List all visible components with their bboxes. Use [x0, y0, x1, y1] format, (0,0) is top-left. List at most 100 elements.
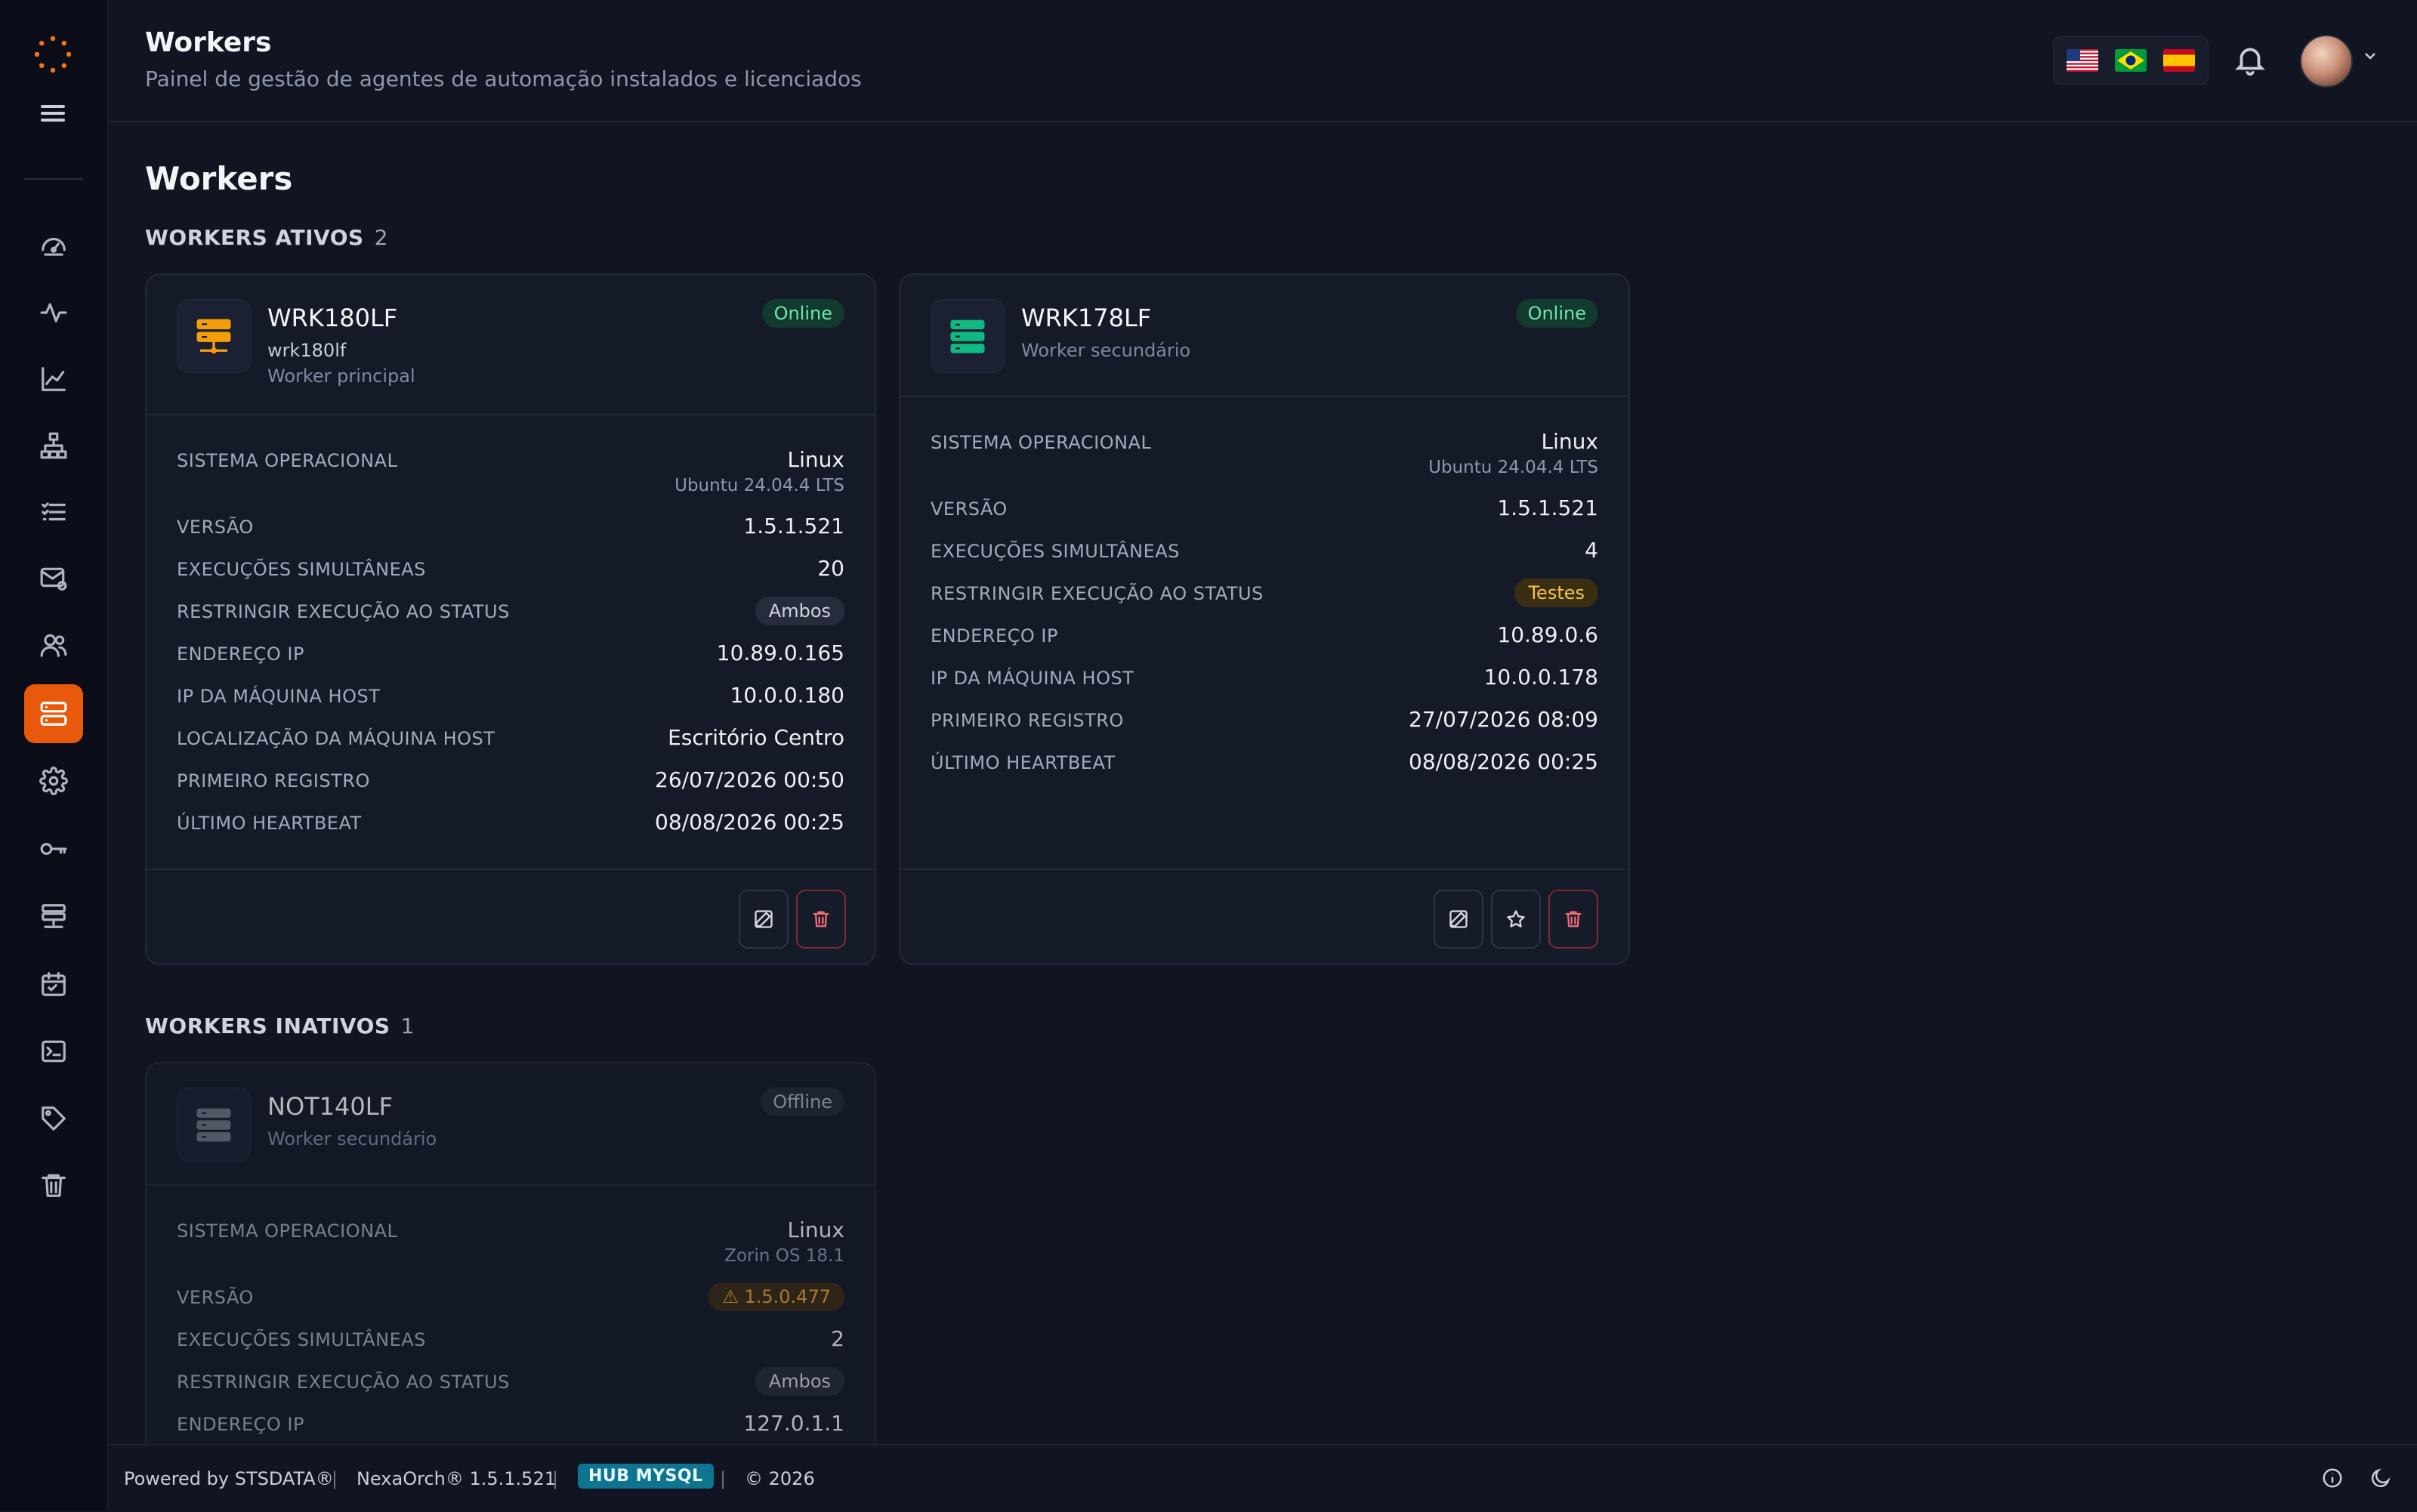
info-icon[interactable] — [2321, 1467, 2344, 1489]
row-os: SISTEMA OPERACIONAL Linux Ubuntu 24.04.4… — [931, 427, 1598, 477]
row-ip: ENDEREÇO IP 10.89.0.165 — [177, 639, 844, 669]
status-badge: Online — [1515, 299, 1598, 328]
label-restrict: RESTRINGIR EXECUÇÃO AO STATUS — [931, 583, 1264, 604]
header-title: Workers — [145, 27, 272, 58]
footer-separator: | — [332, 1468, 338, 1489]
worker-card: WRK180LF wrk180lf Worker principal Onlin… — [145, 273, 876, 965]
nav-tags-icon[interactable] — [24, 1089, 83, 1148]
nav-users-icon[interactable] — [24, 616, 83, 674]
footer-copyright: © 2026 — [745, 1468, 815, 1489]
warning-icon: ⚠ — [722, 1286, 745, 1307]
nav-settings-icon[interactable] — [24, 751, 83, 810]
worker-role: Worker secundário — [1021, 340, 1191, 361]
row-host-location: LOCALIZAÇÃO DA MÁQUINA HOST Escritório C… — [177, 724, 844, 754]
nav-chart-icon[interactable] — [24, 350, 83, 409]
row-last-heartbeat: ÚLTIMO HEARTBEAT 08/08/2026 00:25 — [931, 748, 1598, 778]
flag-br-icon[interactable] — [2115, 49, 2147, 72]
section-inactive-title: WORKERS INATIVOS — [145, 1014, 390, 1038]
nav-hierarchy-icon[interactable] — [24, 416, 83, 475]
worker-role: Worker secundário — [267, 1128, 437, 1149]
app-logo-icon[interactable] — [33, 35, 73, 74]
label-concurrent: EXECUÇÕES SIMULTÂNEAS — [177, 559, 426, 580]
page-title: Workers — [145, 160, 293, 197]
row-version: VERSÃO ⚠ 1.5.0.477 — [177, 1282, 844, 1313]
nav-calendar-icon[interactable] — [24, 955, 83, 1014]
row-os: SISTEMA OPERACIONAL Linux Zorin OS 18.1 — [177, 1216, 844, 1266]
user-avatar[interactable] — [2300, 35, 2353, 88]
value-ip: 10.89.0.6 — [1497, 622, 1598, 647]
label-concurrent: EXECUÇÕES SIMULTÂNEAS — [177, 1329, 426, 1350]
value-version: 1.5.1.521 — [1497, 495, 1598, 520]
label-last-heartbeat: ÚLTIMO HEARTBEAT — [177, 813, 362, 834]
nav-server-network-icon[interactable] — [24, 887, 83, 946]
nav-list-icon[interactable] — [24, 483, 83, 542]
notifications-bell-icon[interactable] — [2233, 42, 2267, 77]
worker-name: WRK180LF — [267, 304, 398, 332]
edit-button[interactable] — [739, 890, 789, 949]
flag-es-icon[interactable] — [2163, 49, 2195, 72]
row-host-ip: IP DA MÁQUINA HOST 10.0.0.180 — [177, 681, 844, 711]
label-version: VERSÃO — [177, 1287, 254, 1308]
top-header: Workers Painel de gestão de agentes de a… — [108, 0, 2417, 122]
row-ip: ENDEREÇO IP 10.89.0.6 — [931, 621, 1598, 651]
status-badge: Offline — [761, 1088, 844, 1116]
nav-mail-icon[interactable] — [24, 549, 83, 608]
trash-icon — [813, 911, 829, 927]
dark-mode-moon-icon[interactable] — [2369, 1467, 2392, 1489]
row-restrict: RESTRINGIR EXECUÇÃO AO STATUS Testes — [931, 579, 1598, 609]
nav-trash-icon[interactable] — [24, 1156, 83, 1214]
row-concurrent: EXECUÇÕES SIMULTÂNEAS 2 — [177, 1325, 844, 1355]
favorite-button[interactable] — [1491, 890, 1541, 949]
card-divider — [147, 414, 875, 415]
row-concurrent: EXECUÇÕES SIMULTÂNEAS 4 — [931, 536, 1598, 566]
label-host-ip: IP DA MÁQUINA HOST — [931, 668, 1134, 689]
value-os-detail: Ubuntu 24.04.4 LTS — [1428, 458, 1598, 477]
label-os: SISTEMA OPERACIONAL — [177, 1220, 398, 1242]
delete-button[interactable] — [1548, 890, 1598, 949]
server-icon — [177, 299, 251, 373]
worker-role: Worker principal — [267, 366, 415, 387]
value-version: 1.5.1.521 — [743, 514, 844, 538]
restrict-badge: Testes — [1514, 579, 1598, 607]
flag-us-icon[interactable] — [2067, 49, 2098, 72]
worker-card: WRK178LF Worker secundário Online SISTEM… — [899, 273, 1630, 965]
footer: Powered by STSDATA® | NexaOrch® 1.5.1.52… — [108, 1444, 2417, 1512]
label-ip: ENDEREÇO IP — [177, 643, 304, 665]
value-last-heartbeat: 08/08/2026 00:25 — [655, 810, 844, 835]
value-host-ip: 10.0.0.178 — [1483, 665, 1598, 690]
label-ip: ENDEREÇO IP — [931, 625, 1058, 646]
row-os: SISTEMA OPERACIONAL Linux Ubuntu 24.04.4… — [177, 446, 844, 495]
section-active-title: WORKERS ATIVOS — [145, 225, 364, 250]
value-os: Linux — [1541, 429, 1598, 454]
nav-terminal-icon[interactable] — [24, 1022, 83, 1081]
footer-separator: | — [720, 1468, 727, 1489]
card-divider — [900, 396, 1628, 397]
label-os: SISTEMA OPERACIONAL — [931, 432, 1152, 453]
row-ip: ENDEREÇO IP 127.0.1.1 — [177, 1409, 844, 1439]
hub-badge: HUB MYSQL — [578, 1464, 714, 1489]
edit-button[interactable] — [1434, 890, 1483, 949]
delete-button[interactable] — [796, 890, 846, 949]
nav-dashboard-icon[interactable] — [24, 217, 83, 276]
label-version: VERSÃO — [931, 498, 1008, 520]
edit-icon — [755, 910, 773, 928]
value-os-detail: Ubuntu 24.04.4 LTS — [674, 476, 844, 495]
trash-icon — [1565, 911, 1582, 927]
hamburger-menu-icon[interactable] — [38, 101, 68, 122]
nav-key-icon[interactable] — [24, 819, 83, 878]
value-os-detail: Zorin OS 18.1 — [724, 1246, 844, 1266]
label-ip: ENDEREÇO IP — [177, 1414, 304, 1435]
label-restrict: RESTRINGIR EXECUÇÃO AO STATUS — [177, 1372, 510, 1393]
worker-name: WRK178LF — [1021, 304, 1152, 332]
label-last-heartbeat: ÚLTIMO HEARTBEAT — [931, 752, 1116, 773]
server-icon — [177, 1088, 251, 1162]
chevron-down-icon[interactable] — [2361, 47, 2379, 65]
value-concurrent: 4 — [1585, 538, 1598, 563]
nav-workers-icon[interactable] — [24, 684, 83, 743]
version-warning-badge: ⚠ 1.5.0.477 — [708, 1282, 844, 1311]
row-first-register: PRIMEIRO REGISTRO 26/07/2026 00:50 — [177, 766, 844, 796]
nav-activity-icon[interactable] — [24, 283, 83, 342]
row-version: VERSÃO 1.5.1.521 — [931, 494, 1598, 524]
label-host-ip: IP DA MÁQUINA HOST — [177, 686, 381, 707]
value-host-ip: 10.0.0.180 — [730, 683, 844, 708]
